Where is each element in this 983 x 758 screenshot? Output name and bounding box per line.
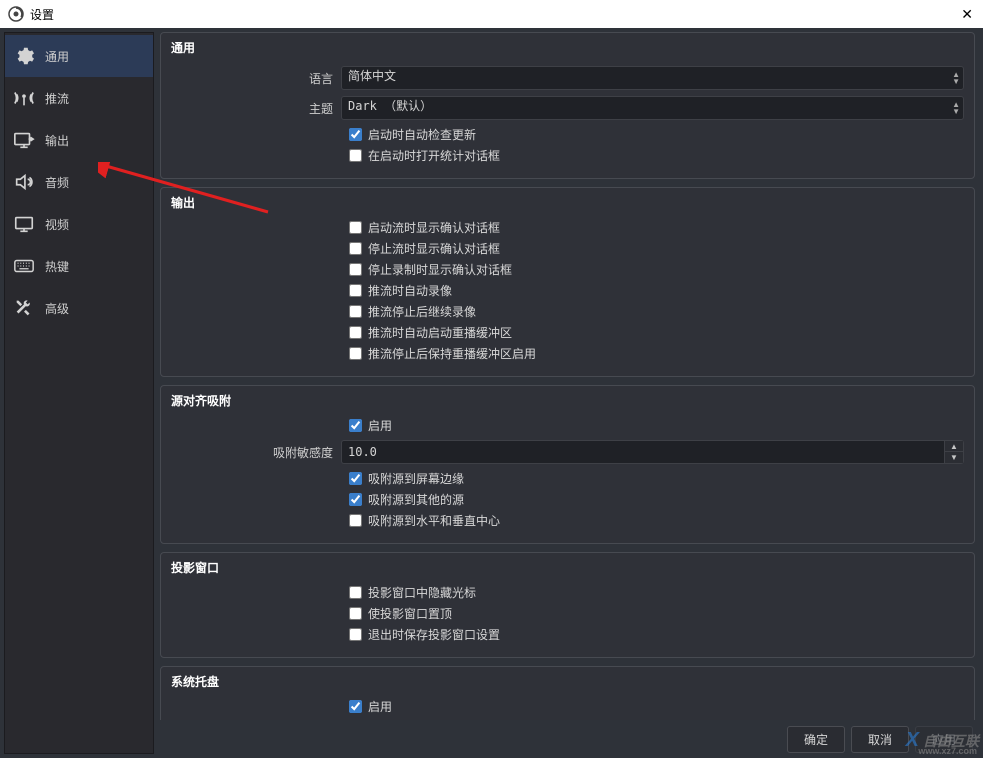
language-label: 语言 bbox=[171, 70, 341, 87]
sidebar-item-label: 热键 bbox=[45, 258, 69, 275]
checkbox-label: 退出时保存投影窗口设置 bbox=[368, 626, 500, 643]
group-title: 通用 bbox=[171, 37, 964, 60]
titlebar: 设置 ✕ bbox=[0, 0, 983, 28]
footer-buttons: 确定 取消 应用 bbox=[160, 724, 979, 754]
main-area: 通用 推流 输出 音频 视频 bbox=[0, 28, 983, 758]
checkbox-label: 停止录制时显示确认对话框 bbox=[368, 261, 512, 278]
apply-button: 应用 bbox=[915, 726, 973, 753]
checkbox-label: 推流停止后继续录像 bbox=[368, 303, 476, 320]
tray-enable-checkbox[interactable] bbox=[349, 700, 362, 713]
spin-up-button[interactable]: ▲ bbox=[945, 441, 963, 452]
sidebar-item-general[interactable]: 通用 bbox=[5, 35, 153, 77]
checkbox-label: 吸附源到水平和垂直中心 bbox=[368, 512, 500, 529]
keyboard-icon bbox=[11, 255, 37, 277]
check-updates-checkbox[interactable] bbox=[349, 128, 362, 141]
theme-select[interactable]: Dark （默认） bbox=[341, 96, 964, 120]
checkbox-label: 停止流时显示确认对话框 bbox=[368, 240, 500, 257]
auto-record-checkbox[interactable] bbox=[349, 284, 362, 297]
snap-enable-checkbox[interactable] bbox=[349, 419, 362, 432]
ok-button[interactable]: 确定 bbox=[787, 726, 845, 753]
auto-replay-checkbox[interactable] bbox=[349, 326, 362, 339]
group-output: 输出 启动流时显示确认对话框 停止流时显示确认对话框 停止录制时显示确认对话框 … bbox=[160, 187, 975, 377]
sidebar-item-stream[interactable]: 推流 bbox=[5, 77, 153, 119]
gear-icon bbox=[11, 45, 37, 67]
language-select[interactable]: 简体中文 bbox=[341, 66, 964, 90]
open-stats-checkbox[interactable] bbox=[349, 149, 362, 162]
start-stream-confirm-checkbox[interactable] bbox=[349, 221, 362, 234]
audio-icon bbox=[11, 171, 37, 193]
cancel-button[interactable]: 取消 bbox=[851, 726, 909, 753]
close-button[interactable]: ✕ bbox=[961, 6, 973, 23]
sidebar-item-output[interactable]: 输出 bbox=[5, 119, 153, 161]
sidebar-item-hotkeys[interactable]: 热键 bbox=[5, 245, 153, 287]
sidebar-item-label: 输出 bbox=[45, 132, 69, 149]
snap-screen-edge-checkbox[interactable] bbox=[349, 472, 362, 485]
checkbox-label: 投影窗口中隐藏光标 bbox=[368, 584, 476, 601]
content-scroll[interactable]: 通用 语言 简体中文 ▲▼ 主题 Dark （默认） ▲▼ 启动时自动检查更新 bbox=[160, 32, 979, 720]
sidebar-item-audio[interactable]: 音频 bbox=[5, 161, 153, 203]
sidebar-item-label: 高级 bbox=[45, 300, 69, 317]
checkbox-label: 吸附源到其他的源 bbox=[368, 491, 464, 508]
projector-always-top-checkbox[interactable] bbox=[349, 607, 362, 620]
sidebar-item-video[interactable]: 视频 bbox=[5, 203, 153, 245]
sidebar-item-label: 通用 bbox=[45, 48, 69, 65]
checkbox-label: 推流时自动录像 bbox=[368, 282, 452, 299]
open-stats-label: 在启动时打开统计对话框 bbox=[368, 147, 500, 164]
projector-hide-cursor-checkbox[interactable] bbox=[349, 586, 362, 599]
group-title: 系统托盘 bbox=[171, 671, 964, 694]
stop-record-confirm-checkbox[interactable] bbox=[349, 263, 362, 276]
check-updates-label: 启动时自动检查更新 bbox=[368, 126, 476, 143]
snap-center-checkbox[interactable] bbox=[349, 514, 362, 527]
snap-sensitivity-input[interactable] bbox=[341, 440, 944, 464]
checkbox-label: 启用 bbox=[368, 698, 392, 715]
tools-icon bbox=[11, 297, 37, 319]
sidebar-item-label: 音频 bbox=[45, 174, 69, 191]
broadcast-icon bbox=[11, 87, 37, 109]
group-title: 源对齐吸附 bbox=[171, 390, 964, 413]
checkbox-label: 推流时自动启动重播缓冲区 bbox=[368, 324, 512, 341]
checkbox-label: 开始时最小化到系统托盘 bbox=[368, 719, 500, 720]
group-title: 输出 bbox=[171, 192, 964, 215]
window-title: 设置 bbox=[30, 6, 54, 23]
output-icon bbox=[11, 129, 37, 151]
snap-other-sources-checkbox[interactable] bbox=[349, 493, 362, 506]
checkbox-label: 启用 bbox=[368, 417, 392, 434]
group-general: 通用 语言 简体中文 ▲▼ 主题 Dark （默认） ▲▼ 启动时自动检查更新 bbox=[160, 32, 975, 179]
checkbox-label: 启动流时显示确认对话框 bbox=[368, 219, 500, 236]
snap-sensitivity-label: 吸附敏感度 bbox=[171, 444, 341, 461]
keep-record-checkbox[interactable] bbox=[349, 305, 362, 318]
projector-save-exit-checkbox[interactable] bbox=[349, 628, 362, 641]
checkbox-label: 使投影窗口置顶 bbox=[368, 605, 452, 622]
sidebar-item-label: 推流 bbox=[45, 90, 69, 107]
group-snap: 源对齐吸附 启用 吸附敏感度 ▲▼ 吸附源到屏幕边缘 吸附源到其他的源 吸附源到… bbox=[160, 385, 975, 544]
theme-label: 主题 bbox=[171, 100, 341, 117]
spin-down-button[interactable]: ▼ bbox=[945, 452, 963, 463]
sidebar-item-label: 视频 bbox=[45, 216, 69, 233]
group-tray: 系统托盘 启用 开始时最小化到系统托盘 总是最小化到系统托盘，而不是任务栏 bbox=[160, 666, 975, 720]
checkbox-label: 推流停止后保持重播缓冲区启用 bbox=[368, 345, 536, 362]
sidebar: 通用 推流 输出 音频 视频 bbox=[4, 32, 154, 754]
checkbox-label: 吸附源到屏幕边缘 bbox=[368, 470, 464, 487]
sidebar-item-advanced[interactable]: 高级 bbox=[5, 287, 153, 329]
group-title: 投影窗口 bbox=[171, 557, 964, 580]
video-icon bbox=[11, 213, 37, 235]
keep-replay-checkbox[interactable] bbox=[349, 347, 362, 360]
obs-logo-icon bbox=[8, 6, 24, 22]
group-projector: 投影窗口 投影窗口中隐藏光标 使投影窗口置顶 退出时保存投影窗口设置 bbox=[160, 552, 975, 658]
stop-stream-confirm-checkbox[interactable] bbox=[349, 242, 362, 255]
